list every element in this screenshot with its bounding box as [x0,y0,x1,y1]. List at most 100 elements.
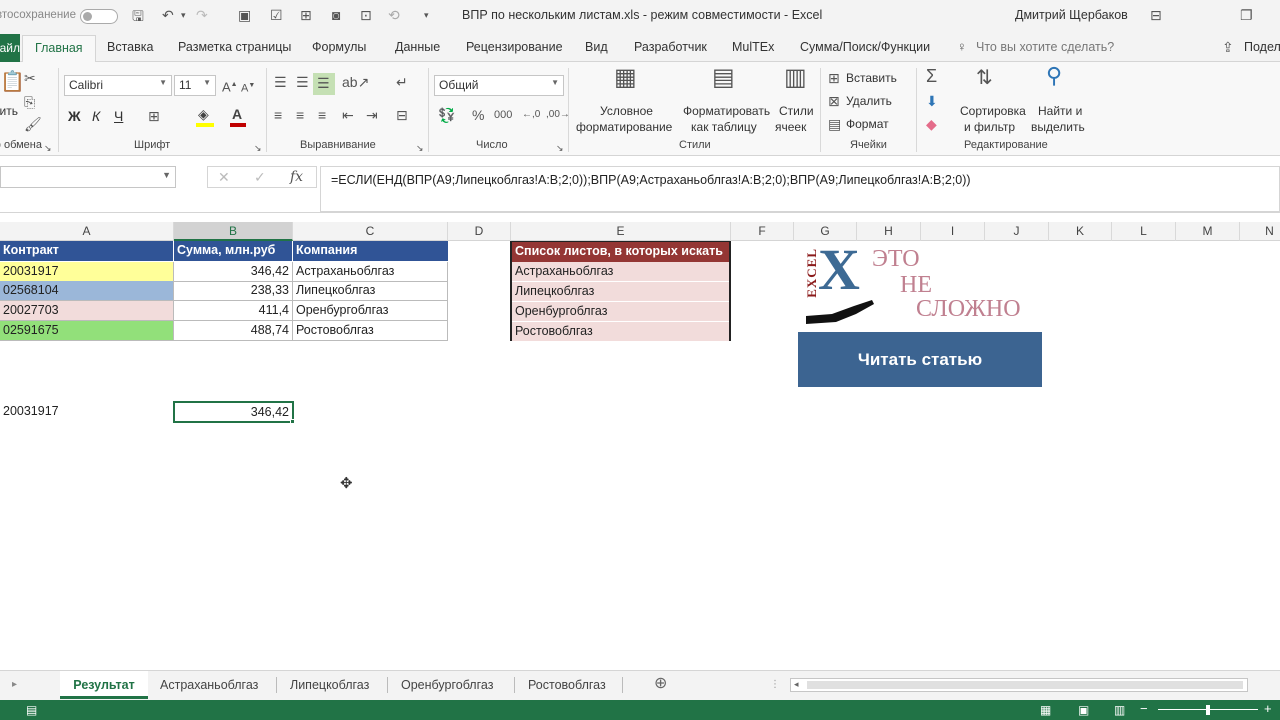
contract-cell[interactable]: 02568104 [0,281,174,301]
sum-cell[interactable]: 488,74 [174,321,293,341]
percent-icon[interactable]: % [472,107,484,123]
clipboard-launcher-icon[interactable]: ↘ [44,140,52,156]
format-icon[interactable]: ⊞ [300,7,312,23]
page-break-view-icon[interactable]: ▥ [1114,702,1125,718]
copy-icon[interactable]: ⎘ [24,94,35,110]
align-center-icon[interactable]: ≡ [296,107,304,123]
ribbon-display-icon[interactable]: ⊟ [1150,7,1162,23]
sheet-list-item[interactable]: Астраханьоблгаз [512,262,729,282]
scroll-tabs-left-icon[interactable]: ▸ [12,677,17,693]
decrease-indent-icon[interactable]: ⇤ [342,107,354,123]
alignment-launcher-icon[interactable]: ↘ [416,140,424,156]
col-header-i[interactable]: I [921,222,985,241]
contract-cell[interactable]: 20031917 [0,262,174,282]
comma-style-icon[interactable]: 000 [494,107,512,123]
undo-dropdown-icon[interactable]: ▾ [181,7,186,23]
sheet-tab[interactable]: Астраханьоблгаз [160,671,258,699]
sheet-tab[interactable]: Липецкоблгаз [290,671,369,699]
sheet-list-item[interactable]: Липецкоблгаз [512,281,729,301]
col-header-m[interactable]: M [1176,222,1240,241]
new-file-icon[interactable]: ▣ [238,7,251,23]
paste-icon[interactable]: 📋 [0,72,25,92]
number-launcher-icon[interactable]: ↘ [556,140,564,156]
delete-cells-label[interactable]: Удалить [846,94,892,108]
format-as-table-icon[interactable]: ▤ [712,66,735,90]
delete-cells-icon[interactable]: ⊠ [828,93,840,109]
cancel-icon[interactable]: ✕ [218,169,230,185]
contract-cell[interactable]: 02591675 [0,321,174,341]
clear-icon[interactable]: ◆ [926,116,937,132]
increase-decimal-icon[interactable]: ←,0 [522,107,540,123]
user-name[interactable]: Дмитрий Щербаков [1015,8,1128,22]
company-cell[interactable]: Ростовоблгаз [293,321,448,341]
contract-cell[interactable]: 20027703 [0,301,174,321]
find-select-icon[interactable]: ⚲ [1046,65,1062,87]
decrease-decimal-icon[interactable]: ,00→ [546,107,570,123]
align-left-icon[interactable]: ≡ [274,107,282,123]
increase-indent-icon[interactable]: ⇥ [366,107,378,123]
split-handle-icon[interactable]: ⋮ [770,677,780,693]
undo-icon[interactable]: ↶ [162,7,174,23]
fill-icon[interactable]: ⬇ [926,93,938,109]
page-layout-view-icon[interactable]: ▣ [1078,702,1089,718]
align-bottom-button[interactable]: ☰ [313,73,335,95]
sum-cell[interactable]: 346,42 [174,262,293,282]
insert-cells-icon[interactable]: ⊞ [828,70,840,86]
header-sum[interactable]: Сумма, млн.руб [174,241,293,261]
cond-format-line2[interactable]: форматирование [576,120,672,134]
picture-icon[interactable]: ⊡ [360,7,372,23]
font-launcher-icon[interactable]: ↘ [254,140,262,156]
insert-cells-label[interactable]: Вставить [846,71,897,85]
tab-page-layout[interactable]: Разметка страницы [178,40,291,54]
sheet-list-item[interactable]: Ростовоблгаз [512,321,729,341]
sort-filter-line1[interactable]: Сортировка [960,104,1026,118]
name-box[interactable]: ▼ [0,166,176,188]
fill-color-icon[interactable]: ◈ [198,106,209,122]
col-header-n[interactable]: N [1240,222,1280,241]
sum-cell[interactable]: 238,33 [174,281,293,301]
col-header-j[interactable]: J [985,222,1049,241]
col-header-e[interactable]: E [511,222,731,241]
font-name-dropdown[interactable]: Calibri ▼ [64,75,172,96]
format-painter-icon[interactable]: 🖌 [24,116,42,132]
col-header-l[interactable]: L [1112,222,1176,241]
tab-insert[interactable]: Вставка [107,40,153,54]
zoom-out-icon[interactable]: − [1140,701,1148,717]
file-tab[interactable]: Файл [0,34,20,62]
cell-styles-line1[interactable]: Стили [779,104,814,118]
cell-styles-line2[interactable]: ячеек [775,120,806,134]
sheet-list-item[interactable]: Оренбургоблгаз [512,301,729,321]
header-company[interactable]: Компания [293,241,448,261]
find-select-line1[interactable]: Найти и [1038,104,1082,118]
tab-data[interactable]: Данные [395,40,440,54]
lookup-contract-cell[interactable]: 20031917 [0,402,174,422]
sync-icon[interactable]: ⟲ [388,7,400,23]
sheet-tab[interactable]: Оренбургоблгаз [401,671,493,699]
autosum-icon[interactable]: Σ [926,67,937,85]
cell-styles-icon[interactable]: ▥ [784,66,807,90]
format-table-line2[interactable]: как таблицу [691,120,757,134]
orientation-icon[interactable]: ab↗ [342,74,369,90]
tab-home[interactable]: Главная [22,35,96,63]
sheet-list-header[interactable]: Список листов, в которых искать [512,242,729,262]
tab-formulas[interactable]: Формулы [312,40,366,54]
align-right-icon[interactable]: ≡ [318,107,326,123]
bold-icon[interactable]: Ж [68,108,81,124]
camera-icon[interactable]: ◙ [332,7,340,23]
align-top-icon[interactable]: ☰ [274,74,287,90]
number-format-dropdown[interactable]: Общий ▼ [434,75,564,96]
redo-icon[interactable]: ↷ [196,7,208,23]
format-cells-icon[interactable]: ▤ [828,116,841,132]
borders-icon[interactable]: ⊞ [148,108,160,124]
tab-review[interactable]: Рецензирование [466,40,563,54]
col-header-h[interactable]: H [857,222,921,241]
normal-view-icon[interactable]: ▦ [1040,702,1051,718]
header-contract[interactable]: Контракт [0,241,174,261]
currency-icon[interactable]: 💱 [438,107,455,123]
increase-font-icon[interactable]: A▲ [222,77,238,95]
sheet-tab[interactable]: Ростовоблгаз [528,671,606,699]
col-header-d[interactable]: D [448,222,511,241]
fill-handle[interactable] [290,419,295,424]
merge-center-icon[interactable]: ⊟ [396,107,408,123]
share-button[interactable]: Поделиться [1244,40,1280,54]
